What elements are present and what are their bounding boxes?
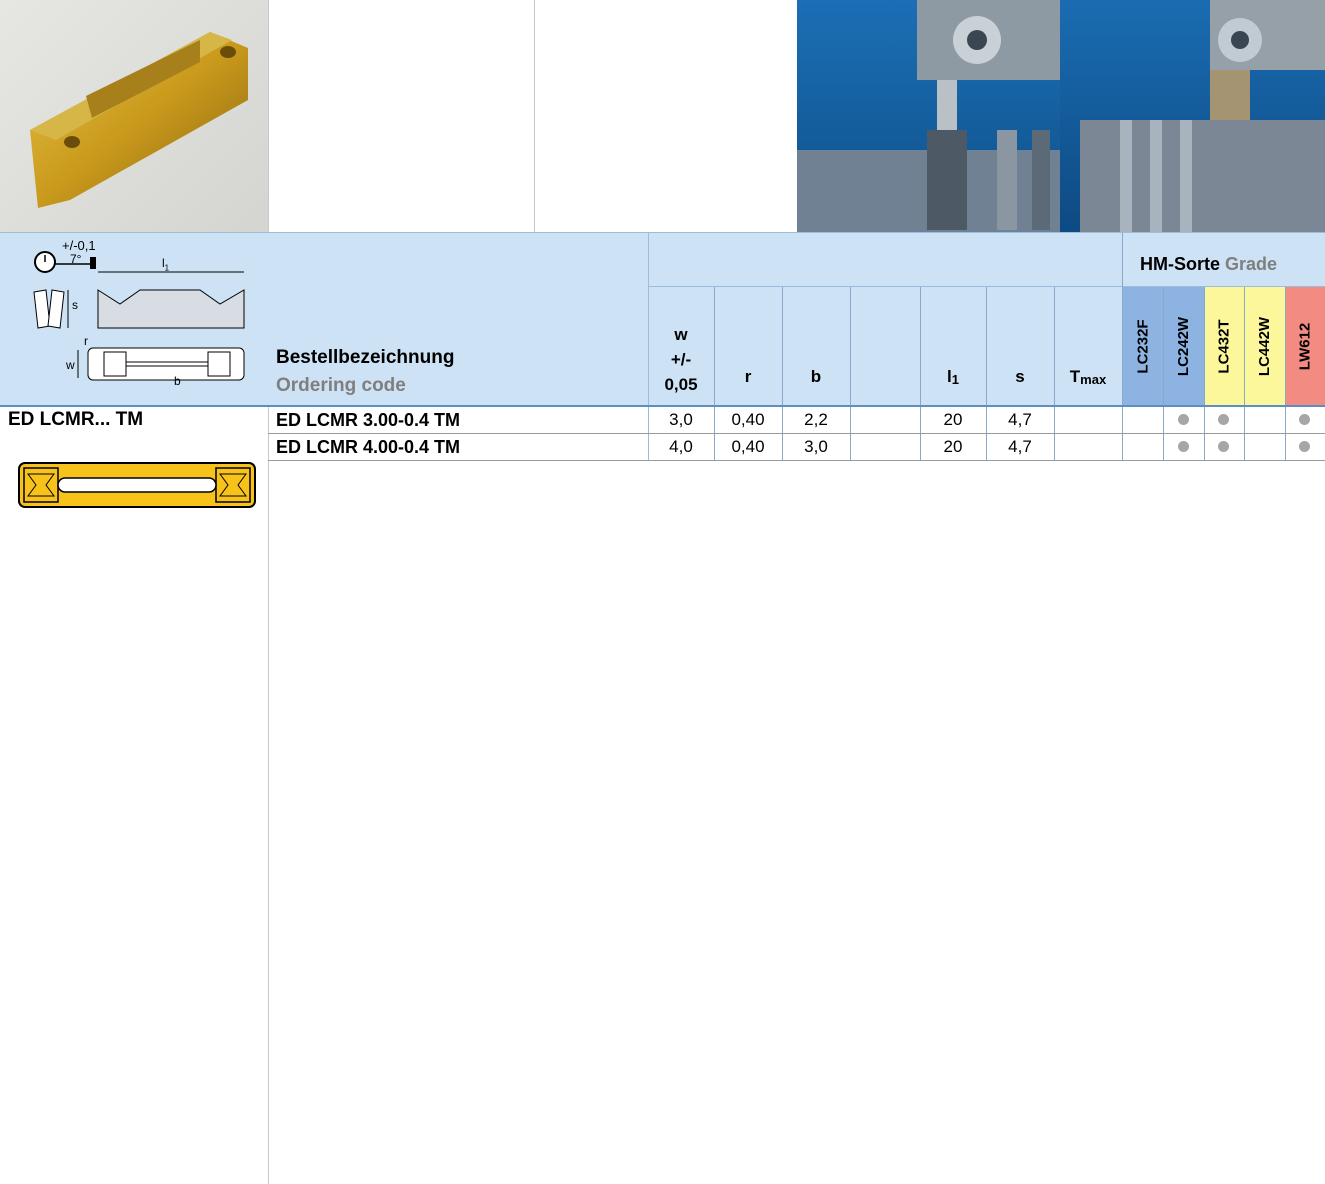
table-row-code: ED LCMR 4.00-0.4 TM	[276, 437, 461, 457]
insert-dimension-diagram: +/-0,1 7° l1 s r w b	[10, 238, 265, 388]
row1-l1: 20	[943, 410, 963, 429]
table-row-code: ED LCMR 3.00-0.4 TM	[276, 410, 461, 430]
row1-grade-lc242w-dot	[1178, 414, 1189, 425]
row2-b: 3,0	[804, 437, 828, 456]
diagram-tol-label: +/-0,1	[62, 238, 96, 253]
row2-s: 4,7	[1008, 437, 1032, 456]
col-s: s	[1015, 367, 1025, 386]
row1-grade-lc432t-dot	[1218, 414, 1229, 425]
row2-grade-lw612-dot	[1299, 441, 1310, 452]
grade-col-lw612: LW612	[1285, 287, 1325, 405]
row1-w: 3,0	[669, 410, 693, 429]
machining-photo-2	[1060, 0, 1325, 232]
grade-col-lc432t: LC432T	[1204, 287, 1244, 405]
col-l1: l1	[947, 367, 959, 387]
row2-blank	[850, 434, 920, 460]
diagram-r-label: r	[84, 334, 88, 348]
row2-tmax	[1054, 434, 1122, 460]
row1-grade-lw612-dot	[1299, 414, 1310, 425]
row1-blank	[850, 407, 920, 433]
machining-photo-1	[797, 0, 1060, 232]
diagram-l1-label: l1	[162, 256, 170, 273]
row2-w: 4,0	[669, 437, 693, 456]
grade-col-lc442w: LC442W	[1244, 287, 1285, 405]
diagram-w-label: w	[66, 358, 75, 372]
grade-col-lc232f: LC232F	[1123, 287, 1163, 405]
grade-header: HM-Sorte Grade	[1140, 254, 1277, 275]
ordering-code-de: Bestellbezeichnung	[276, 347, 455, 368]
row1-b: 2,2	[804, 410, 828, 429]
row2-r: 0,40	[731, 437, 765, 456]
grade-en: Grade	[1225, 254, 1278, 274]
diagram-b-label: b	[174, 374, 181, 388]
grade-col-lc242w: LC242W	[1163, 287, 1204, 405]
ordering-code-en: Ordering code	[276, 375, 406, 396]
diagram-angle-label: 7°	[70, 252, 82, 266]
diagram-s-label: s	[72, 298, 78, 312]
row1-tmax	[1054, 407, 1122, 433]
row2-l1: 20	[943, 437, 963, 456]
col-tmax: Tmax	[1069, 367, 1107, 387]
row1-r: 0,40	[731, 410, 765, 429]
col-r: r	[744, 367, 752, 386]
row2-grade-lc432t-dot	[1218, 441, 1229, 452]
col-blank	[850, 287, 920, 405]
family-name: ED LCMR... TM	[8, 409, 144, 430]
col-b: b	[810, 367, 822, 386]
row2-grade-lc242w-dot	[1178, 441, 1189, 452]
ordering-code-header: Bestellbezeichnung Ordering code	[276, 344, 454, 400]
grade-de: HM-Sorte	[1140, 254, 1220, 274]
row1-s: 4,7	[1008, 410, 1032, 429]
col-w: w +/- 0,05	[664, 325, 698, 394]
insert-top-view-icon	[18, 462, 256, 508]
insert-photo	[0, 0, 268, 232]
